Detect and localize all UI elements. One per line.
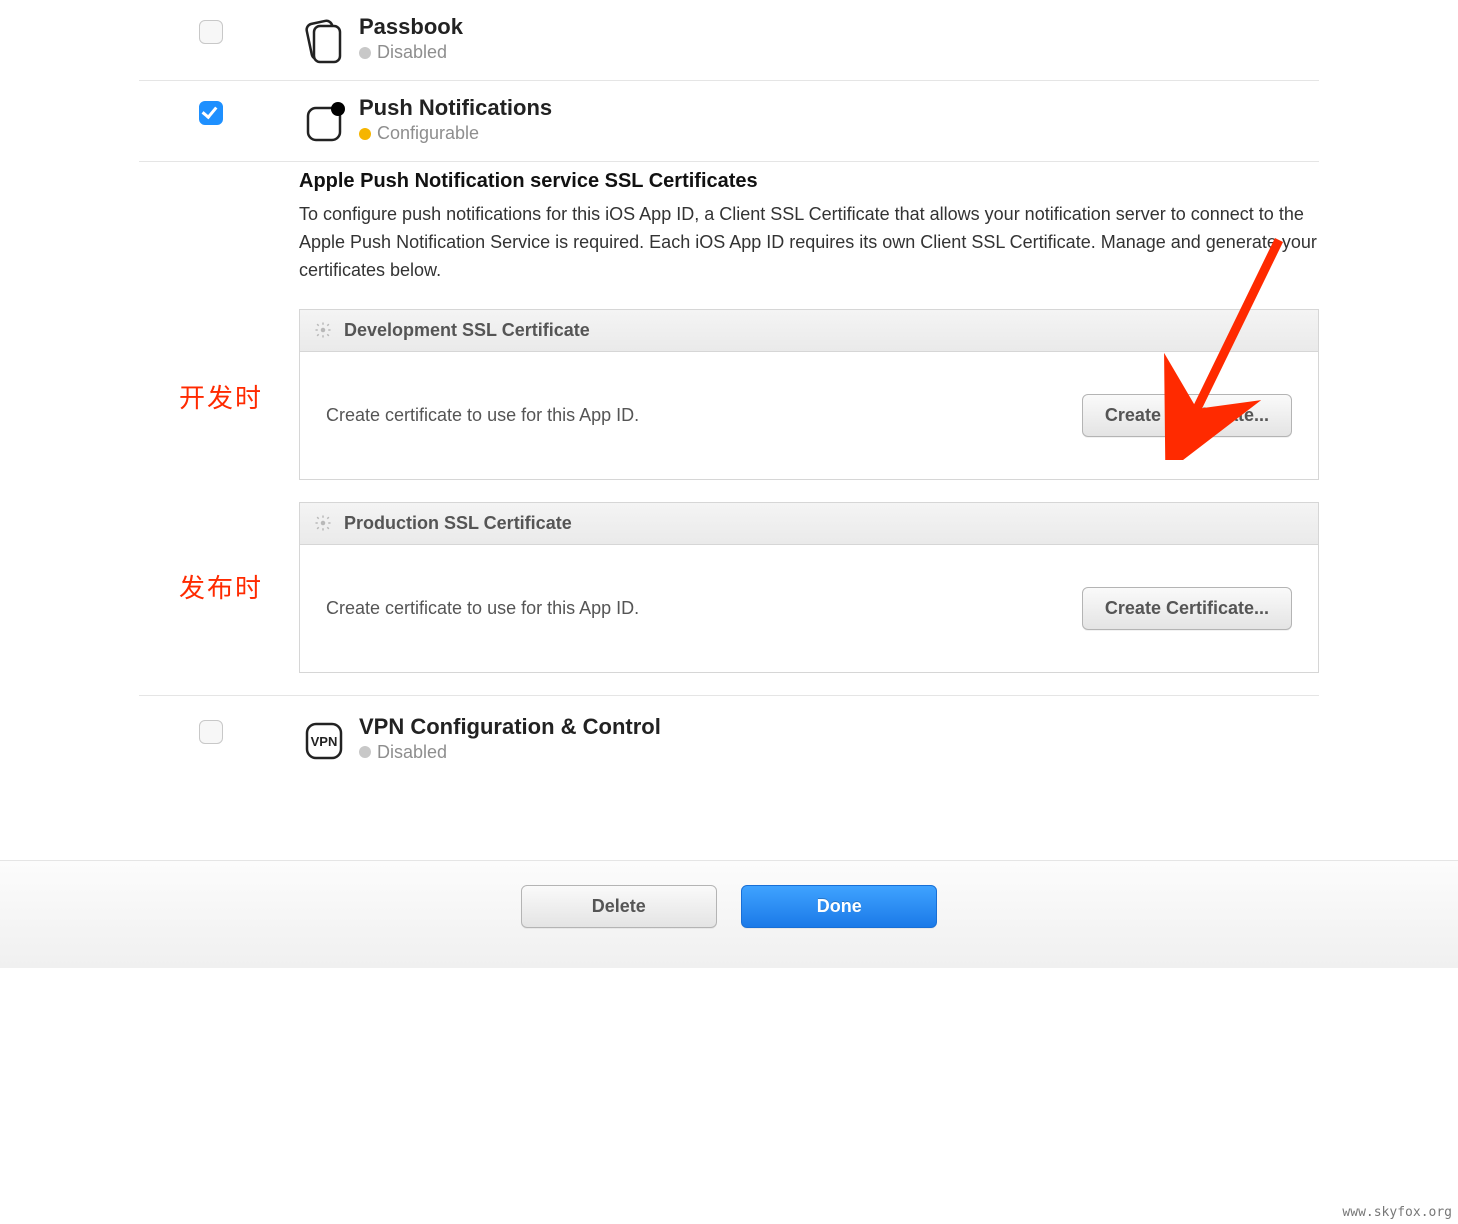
capability-row-vpn: VPN VPN Configuration & Control Disabled xyxy=(139,695,1319,780)
status-dot-icon xyxy=(359,128,371,140)
push-icon xyxy=(289,95,359,147)
push-details-heading: Apple Push Notification service SSL Cert… xyxy=(299,170,1319,193)
dev-ssl-header: Development SSL Certificate xyxy=(300,310,1318,352)
annotation-dev: 开发时 xyxy=(179,378,263,415)
svg-text:VPN: VPN xyxy=(311,734,338,749)
dev-ssl-message: Create certificate to use for this App I… xyxy=(326,405,639,426)
push-status: Configurable xyxy=(359,123,1319,144)
dev-ssl-panel: Development SSL Certificate Create certi… xyxy=(299,309,1319,480)
passbook-status: Disabled xyxy=(359,42,1319,63)
prod-ssl-header: Production SSL Certificate xyxy=(300,503,1318,545)
annotation-prod: 发布时 xyxy=(179,568,263,605)
vpn-status: Disabled xyxy=(359,742,1319,763)
status-dot-icon xyxy=(359,746,371,758)
passbook-icon xyxy=(289,14,359,66)
footer-bar: Delete Done xyxy=(0,860,1458,968)
gear-icon xyxy=(314,321,332,339)
push-details: Apple Push Notification service SSL Cert… xyxy=(139,162,1319,673)
push-title: Push Notifications xyxy=(359,95,1319,121)
push-details-description: To configure push notifications for this… xyxy=(299,201,1319,285)
prod-ssl-message: Create certificate to use for this App I… xyxy=(326,598,639,619)
create-dev-certificate-button[interactable]: Create Certificate... xyxy=(1082,394,1292,437)
vpn-checkbox[interactable] xyxy=(199,720,223,744)
done-button[interactable]: Done xyxy=(741,885,937,928)
capability-row-push: Push Notifications Configurable xyxy=(139,81,1319,162)
vpn-title: VPN Configuration & Control xyxy=(359,714,1319,740)
status-dot-icon xyxy=(359,47,371,59)
delete-button[interactable]: Delete xyxy=(521,885,717,928)
gear-icon xyxy=(314,514,332,532)
push-checkbox[interactable] xyxy=(199,101,223,125)
prod-ssl-panel: Production SSL Certificate Create certif… xyxy=(299,502,1319,673)
watermark: www.skyfox.org xyxy=(1342,1205,1452,1220)
vpn-icon: VPN xyxy=(289,714,359,766)
passbook-checkbox[interactable] xyxy=(199,20,223,44)
create-prod-certificate-button[interactable]: Create Certificate... xyxy=(1082,587,1292,630)
capability-row-passbook: Passbook Disabled xyxy=(139,0,1319,81)
passbook-title: Passbook xyxy=(359,14,1319,40)
